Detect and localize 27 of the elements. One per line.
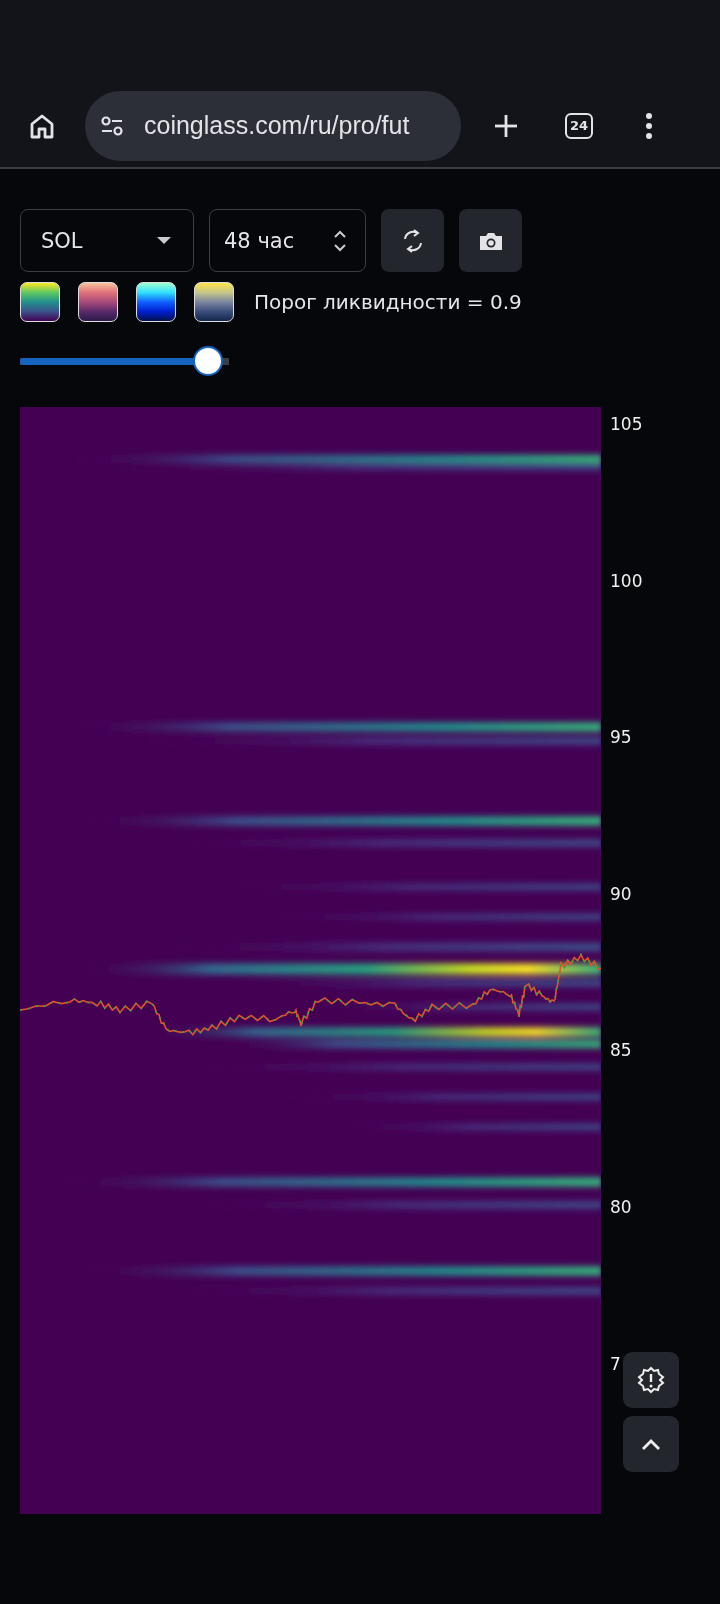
price-label: 85	[610, 1039, 632, 1062]
price-label: 105	[610, 413, 643, 435]
refresh-button[interactable]	[381, 209, 444, 272]
price-label: 80	[610, 1195, 632, 1218]
new-tab-icon[interactable]	[493, 112, 519, 139]
address-bar[interactable]: coinglass.com/ru/pro/fut	[85, 90, 461, 161]
dropdown-icon	[157, 237, 171, 244]
scroll-top-button[interactable]	[623, 1416, 679, 1472]
site-settings-icon[interactable]	[100, 114, 124, 137]
tab-count-button[interactable]: 24	[565, 112, 593, 139]
price-label: 7	[610, 1352, 621, 1375]
price-label: 90	[610, 882, 632, 905]
price-label: 95	[610, 726, 632, 749]
updown-icon	[333, 229, 347, 252]
slider-thumb[interactable]	[193, 346, 224, 376]
symbol-select[interactable]: SOL	[20, 209, 194, 272]
screenshot-button[interactable]	[459, 209, 522, 272]
period-select[interactable]: 48 час	[209, 209, 366, 272]
report-button[interactable]	[623, 1352, 679, 1408]
threshold-label: Порог ликвидности = 0.9	[254, 290, 522, 314]
color-scheme-swatch[interactable]	[136, 282, 176, 322]
price-label: 100	[610, 569, 643, 592]
color-scheme-swatch[interactable]	[194, 282, 234, 322]
color-scheme-swatch[interactable]	[78, 282, 118, 322]
alert-icon	[637, 1366, 665, 1394]
color-scheme-swatch[interactable]	[20, 282, 60, 322]
menu-icon[interactable]	[645, 111, 653, 140]
